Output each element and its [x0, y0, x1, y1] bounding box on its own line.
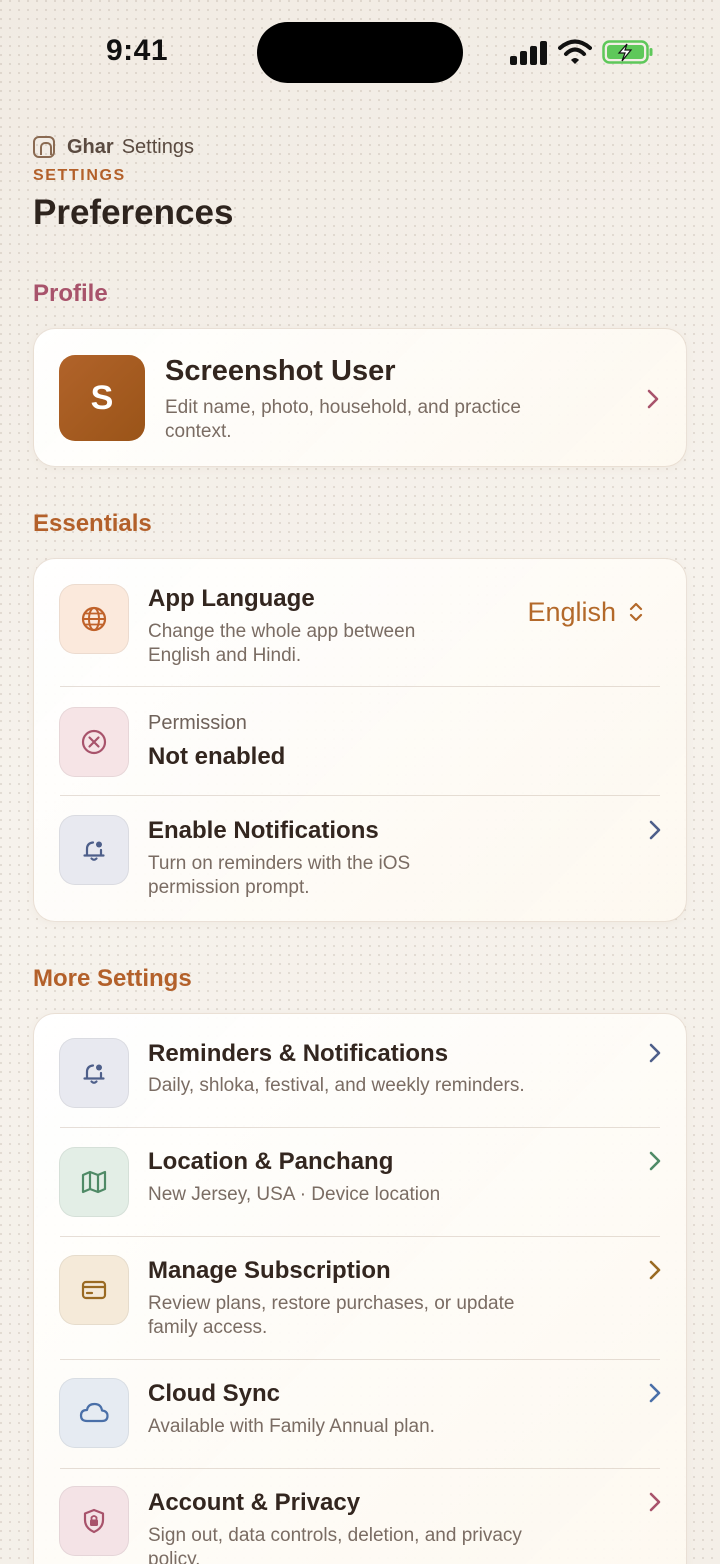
section-label-more-settings: More Settings: [33, 965, 192, 992]
location-subtitle: New Jersey, USA · Device location: [148, 1184, 441, 1205]
page-title: Preferences: [33, 193, 234, 232]
language-icon-box: [59, 584, 129, 654]
profile-subtitle: Edit name, photo, household, and practic…: [165, 397, 521, 442]
profile-card[interactable]: S Screenshot User Edit name, photo, hous…: [33, 328, 687, 467]
chevron-right-icon: [649, 1383, 661, 1403]
app-language-row[interactable]: App Language Change the whole app betwee…: [34, 559, 688, 686]
reminders-row[interactable]: Reminders & Notifications Daily, shloka,…: [34, 1014, 688, 1127]
app-name: Ghar: [67, 135, 114, 158]
subscription-row[interactable]: Manage Subscription Review plans, restor…: [34, 1237, 688, 1359]
status-time: 9:41: [106, 34, 169, 67]
permission-icon-box: [59, 707, 129, 777]
permission-row: Permission Not enabled: [34, 687, 688, 795]
wifi-icon: [558, 39, 592, 64]
reminders-icon-box: [59, 1038, 129, 1108]
avatar: S: [59, 355, 145, 441]
cellular-signal-icon: [510, 39, 548, 65]
page-header: Ghar Settings SETTINGS Preferences: [33, 133, 693, 233]
app-language-title: App Language: [148, 585, 315, 612]
account-privacy-subtitle: Sign out, data controls, deletion, and p…: [148, 1525, 522, 1564]
globe-icon: [81, 606, 107, 632]
chevron-right-icon: [649, 1151, 661, 1171]
enable-notifications-subtitle: Turn on reminders with the iOS permissio…: [148, 853, 411, 898]
subscription-subtitle: Review plans, restore purchases, or upda…: [148, 1293, 515, 1338]
shield-lock-icon: [83, 1508, 105, 1534]
bell-icon: [83, 841, 105, 861]
x-circle-icon: [81, 729, 107, 755]
section-label-profile: Profile: [33, 280, 108, 307]
account-privacy-title: Account & Privacy: [148, 1489, 361, 1516]
cloud-sync-title: Cloud Sync: [148, 1380, 281, 1407]
chevron-right-icon: [647, 389, 659, 409]
home-arch-icon: [33, 136, 55, 158]
notifications-icon-box: [59, 815, 129, 885]
chevron-right-icon: [649, 1492, 661, 1512]
subscription-icon-box: [59, 1255, 129, 1325]
account-privacy-row[interactable]: Account & Privacy Sign out, data control…: [34, 1469, 688, 1564]
cloud-sync-subtitle: Available with Family Annual plan.: [148, 1416, 435, 1437]
chevron-right-icon: [649, 1260, 661, 1280]
page-eyebrow: SETTINGS: [33, 167, 126, 184]
dynamic-island: [257, 22, 463, 83]
cloud-sync-row[interactable]: Cloud Sync Available with Family Annual …: [34, 1360, 688, 1468]
enable-notifications-row[interactable]: Enable Notifications Turn on reminders w…: [34, 796, 688, 923]
enable-notifications-title: Enable Notifications: [148, 817, 379, 844]
breadcrumb-page: Settings: [121, 135, 194, 158]
language-select-value[interactable]: English: [527, 597, 616, 628]
chevron-right-icon: [649, 1043, 661, 1063]
location-icon-box: [59, 1147, 129, 1217]
status-bar: 9:41: [0, 0, 720, 100]
profile-name: Screenshot User: [165, 355, 396, 387]
permission-label: Permission: [148, 712, 247, 734]
map-icon: [81, 1170, 107, 1194]
app-language-subtitle: Change the whole app between English and…: [148, 621, 416, 666]
essentials-card: App Language Change the whole app betwee…: [33, 558, 687, 922]
bell-icon: [83, 1064, 105, 1084]
chevron-right-icon: [649, 820, 661, 840]
subscription-title: Manage Subscription: [148, 1257, 391, 1284]
cloud-icon-box: [59, 1378, 129, 1448]
card-icon: [81, 1280, 107, 1300]
more-settings-card: Reminders & Notifications Daily, shloka,…: [33, 1013, 687, 1564]
cloud-icon: [79, 1402, 109, 1423]
chevron-up-down-icon[interactable]: [628, 601, 644, 623]
location-row[interactable]: Location & Panchang New Jersey, USA · De…: [34, 1128, 688, 1236]
permission-status: Not enabled: [148, 743, 286, 770]
battery-charging-icon: [602, 40, 653, 64]
account-icon-box: [59, 1486, 129, 1556]
reminders-title: Reminders & Notifications: [148, 1040, 449, 1067]
location-title: Location & Panchang: [148, 1148, 394, 1175]
reminders-subtitle: Daily, shloka, festival, and weekly remi…: [148, 1075, 525, 1096]
section-label-essentials: Essentials: [33, 510, 152, 537]
breadcrumb: Ghar Settings: [33, 133, 693, 161]
